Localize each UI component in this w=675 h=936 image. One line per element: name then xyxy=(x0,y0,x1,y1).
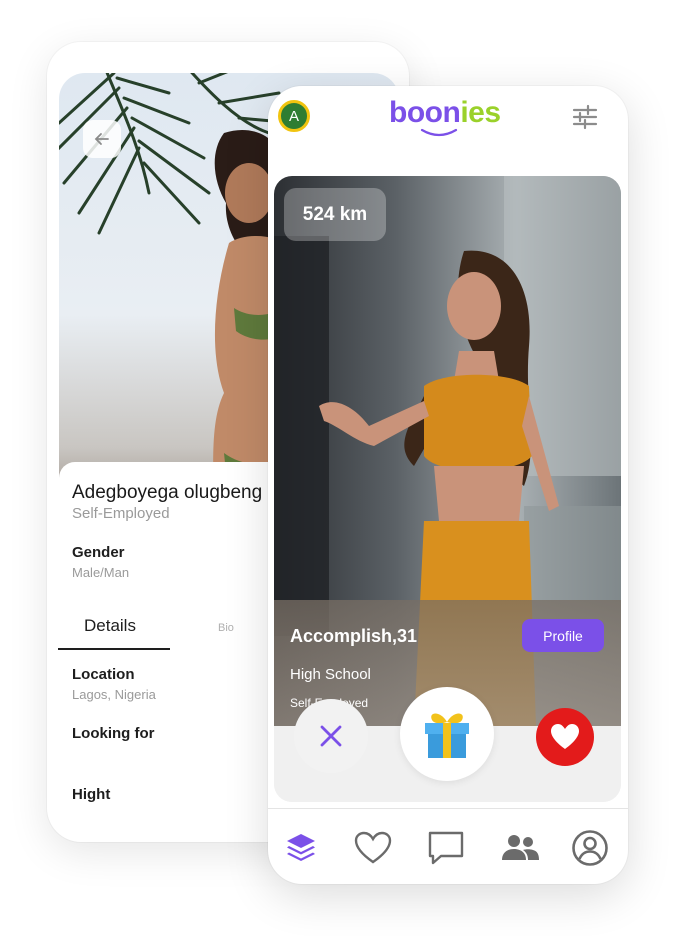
nav-likes[interactable] xyxy=(351,826,395,870)
match-name-age: Accomplish,31 xyxy=(290,626,418,646)
tab-bio[interactable]: Bio xyxy=(218,622,234,634)
gender-value: Male/Man xyxy=(72,565,130,580)
logo-text-part1: boon xyxy=(389,96,461,129)
app-logo: boonies xyxy=(389,96,501,130)
active-tab-indicator xyxy=(58,648,170,650)
dislike-icon xyxy=(320,725,342,747)
gift-button[interactable] xyxy=(400,687,494,781)
match-card[interactable]: 524 km Accomplish,31 High School Self-Em… xyxy=(274,176,621,802)
heart-outline-icon xyxy=(354,831,392,864)
profile-button[interactable]: Profile xyxy=(522,619,604,652)
account-icon xyxy=(572,830,608,866)
profile-occupation: Self-Employed xyxy=(72,505,170,522)
filter-icon[interactable] xyxy=(571,103,599,131)
dislike-button[interactable] xyxy=(294,699,368,773)
nav-friends[interactable] xyxy=(498,826,542,870)
nav-discover[interactable] xyxy=(279,826,323,870)
nav-messages[interactable] xyxy=(424,826,468,870)
avatar[interactable]: A xyxy=(278,100,310,132)
profile-name: Adegboyega olugbeng xyxy=(72,482,263,503)
front-phone-screen: A boonies 524 km Accomplish,31 High Scho… xyxy=(268,86,628,884)
arrow-left-icon xyxy=(94,133,109,145)
gender-label: Gender xyxy=(72,544,125,561)
location-label: Location xyxy=(72,666,135,683)
bottom-nav xyxy=(268,816,628,878)
like-icon xyxy=(551,724,579,749)
people-icon xyxy=(502,835,539,860)
tab-details[interactable]: Details xyxy=(84,616,136,636)
back-button[interactable] xyxy=(83,120,121,158)
chat-icon xyxy=(428,831,464,865)
logo-smile-icon xyxy=(420,128,458,137)
location-value: Lagos, Nigeria xyxy=(72,687,156,702)
like-button[interactable] xyxy=(536,708,594,766)
match-education: High School xyxy=(290,666,371,683)
logo-text-part2: ies xyxy=(460,96,501,129)
nav-divider xyxy=(268,808,628,809)
stack-icon xyxy=(287,834,315,861)
nav-account[interactable] xyxy=(568,826,612,870)
distance-badge: 524 km xyxy=(284,188,386,241)
gift-icon xyxy=(425,713,469,758)
height-label: Hight xyxy=(72,786,111,803)
looking-for-label: Looking for xyxy=(72,725,155,742)
